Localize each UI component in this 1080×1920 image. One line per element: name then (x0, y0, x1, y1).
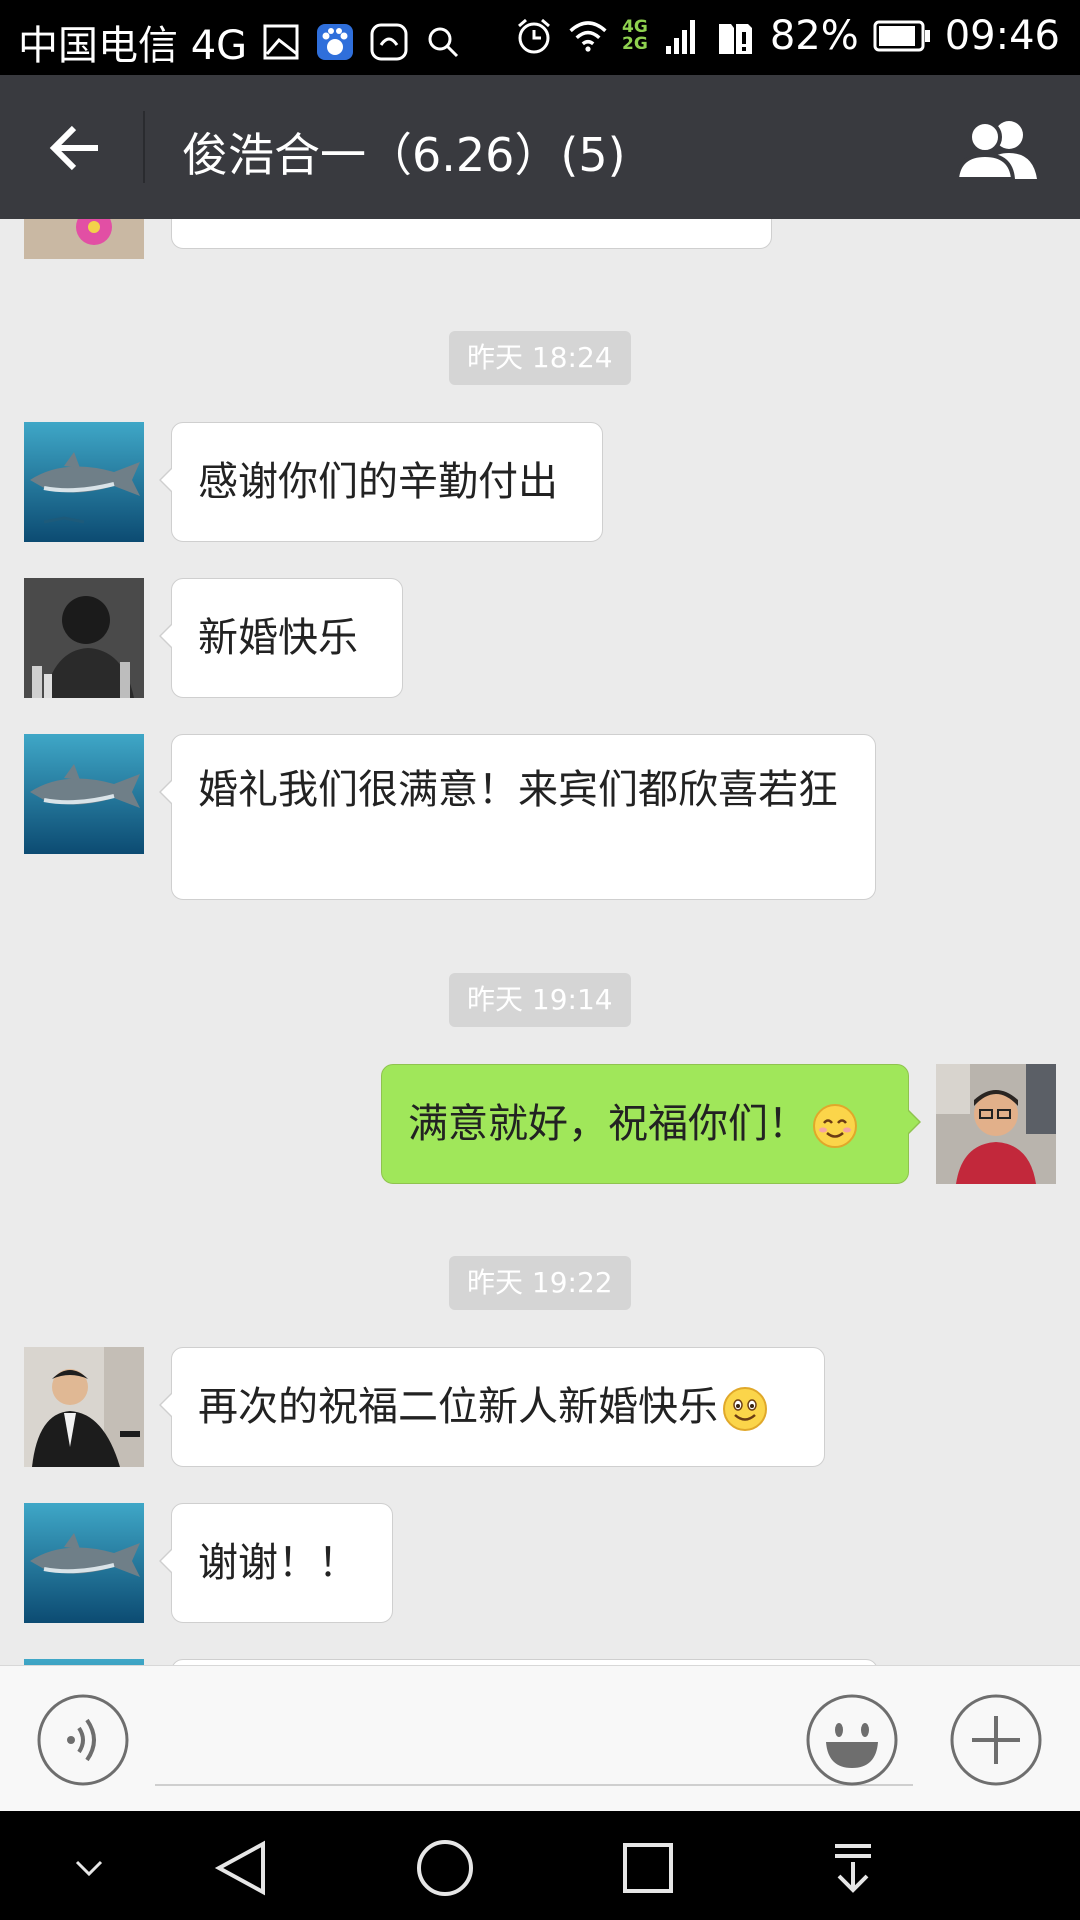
title-bar: 俊浩合一（6.26）(5) (0, 75, 1080, 219)
message-row (0, 219, 1080, 259)
message-input[interactable] (155, 1696, 913, 1786)
my-message-bubble[interactable]: 满意就好，祝福你们！ (381, 1064, 921, 1184)
smile-emoji-icon (723, 1387, 767, 1431)
network-2g-label: 2G (622, 34, 648, 54)
back-arrow-icon (49, 125, 98, 171)
plus-icon (950, 1694, 1042, 1786)
baidu-icon (315, 22, 355, 62)
system-nav-bar (0, 1811, 1080, 1920)
avatar-shark[interactable] (24, 1503, 144, 1623)
title-divider (143, 111, 145, 183)
avatar-self[interactable] (936, 1064, 1056, 1184)
nav-hide-button[interactable] (54, 1833, 124, 1903)
nav-home-icon (417, 1840, 473, 1896)
search-icon (423, 22, 463, 62)
status-bar: 中国电信 4G 4G 2G 82% 09:46 (0, 0, 1080, 75)
avatar-shark[interactable] (24, 734, 144, 854)
signal-icon (662, 16, 702, 56)
message-bubble[interactable]: 婚礼我们很满意！来宾们都欣喜若狂 (159, 734, 876, 900)
timestamp-chip: 昨天 18:24 (449, 331, 631, 385)
input-bar (0, 1665, 1080, 1812)
battery-percent: 82% (769, 13, 859, 59)
nav-notification-icon (835, 1844, 871, 1893)
huawei-icon (369, 22, 409, 62)
gallery-icon (261, 22, 301, 62)
nav-recents-button[interactable] (613, 1833, 683, 1903)
message-text: 再次的祝福二位新人新婚快乐 (198, 1384, 718, 1430)
nav-recents-icon (623, 1843, 673, 1893)
chat-area[interactable]: 昨天 18:24 感谢你们的辛勤付出 新婚快乐 婚礼我们很满意！来宾们都欣喜若狂… (0, 219, 1080, 1665)
avatar-shark[interactable] (24, 422, 144, 542)
message-bubble[interactable]: 再次的祝福二位新人新婚快乐 (159, 1347, 825, 1467)
chat-title: 俊浩合一（6.26）(5) (182, 128, 626, 182)
message-bubble[interactable]: 感谢你们的辛勤付出 (159, 422, 603, 542)
nav-back-button[interactable] (206, 1833, 276, 1903)
network-type: 4G 2G (622, 19, 648, 53)
group-members-icon (955, 120, 1037, 179)
wifi-icon (568, 16, 608, 56)
voice-icon (37, 1694, 129, 1786)
nav-notification-button[interactable] (818, 1833, 888, 1903)
avatar-suit-man[interactable] (24, 1347, 144, 1467)
message-bubble[interactable]: 新婚快乐 (159, 578, 403, 698)
carrier-label: 中国电信 4G (18, 23, 248, 69)
emoji-button[interactable] (806, 1694, 898, 1786)
more-button[interactable] (950, 1694, 1042, 1786)
group-members-button[interactable] (952, 115, 1042, 181)
clock: 09:46 (944, 13, 1060, 59)
blush-emoji-icon (813, 1104, 857, 1148)
nav-back-icon (214, 1840, 265, 1896)
voice-button[interactable] (37, 1694, 129, 1786)
message-text: 满意就好，祝福你们！ (408, 1101, 808, 1147)
emoji-icon (806, 1694, 898, 1786)
nav-down-icon (75, 1860, 103, 1877)
avatar-flower[interactable] (24, 219, 144, 259)
timestamp-chip: 昨天 19:14 (449, 973, 631, 1027)
message-bubble[interactable]: 谢谢！！ (159, 1503, 393, 1623)
nav-home-button[interactable] (410, 1833, 480, 1903)
avatar-dark-portrait[interactable] (24, 578, 144, 698)
alarm-icon (514, 16, 554, 56)
message-bubble-partial[interactable] (171, 219, 772, 249)
back-button[interactable] (40, 113, 110, 183)
timestamp-chip: 昨天 19:22 (449, 1256, 631, 1310)
sim-alert-icon (716, 16, 756, 56)
battery-icon (873, 16, 931, 56)
